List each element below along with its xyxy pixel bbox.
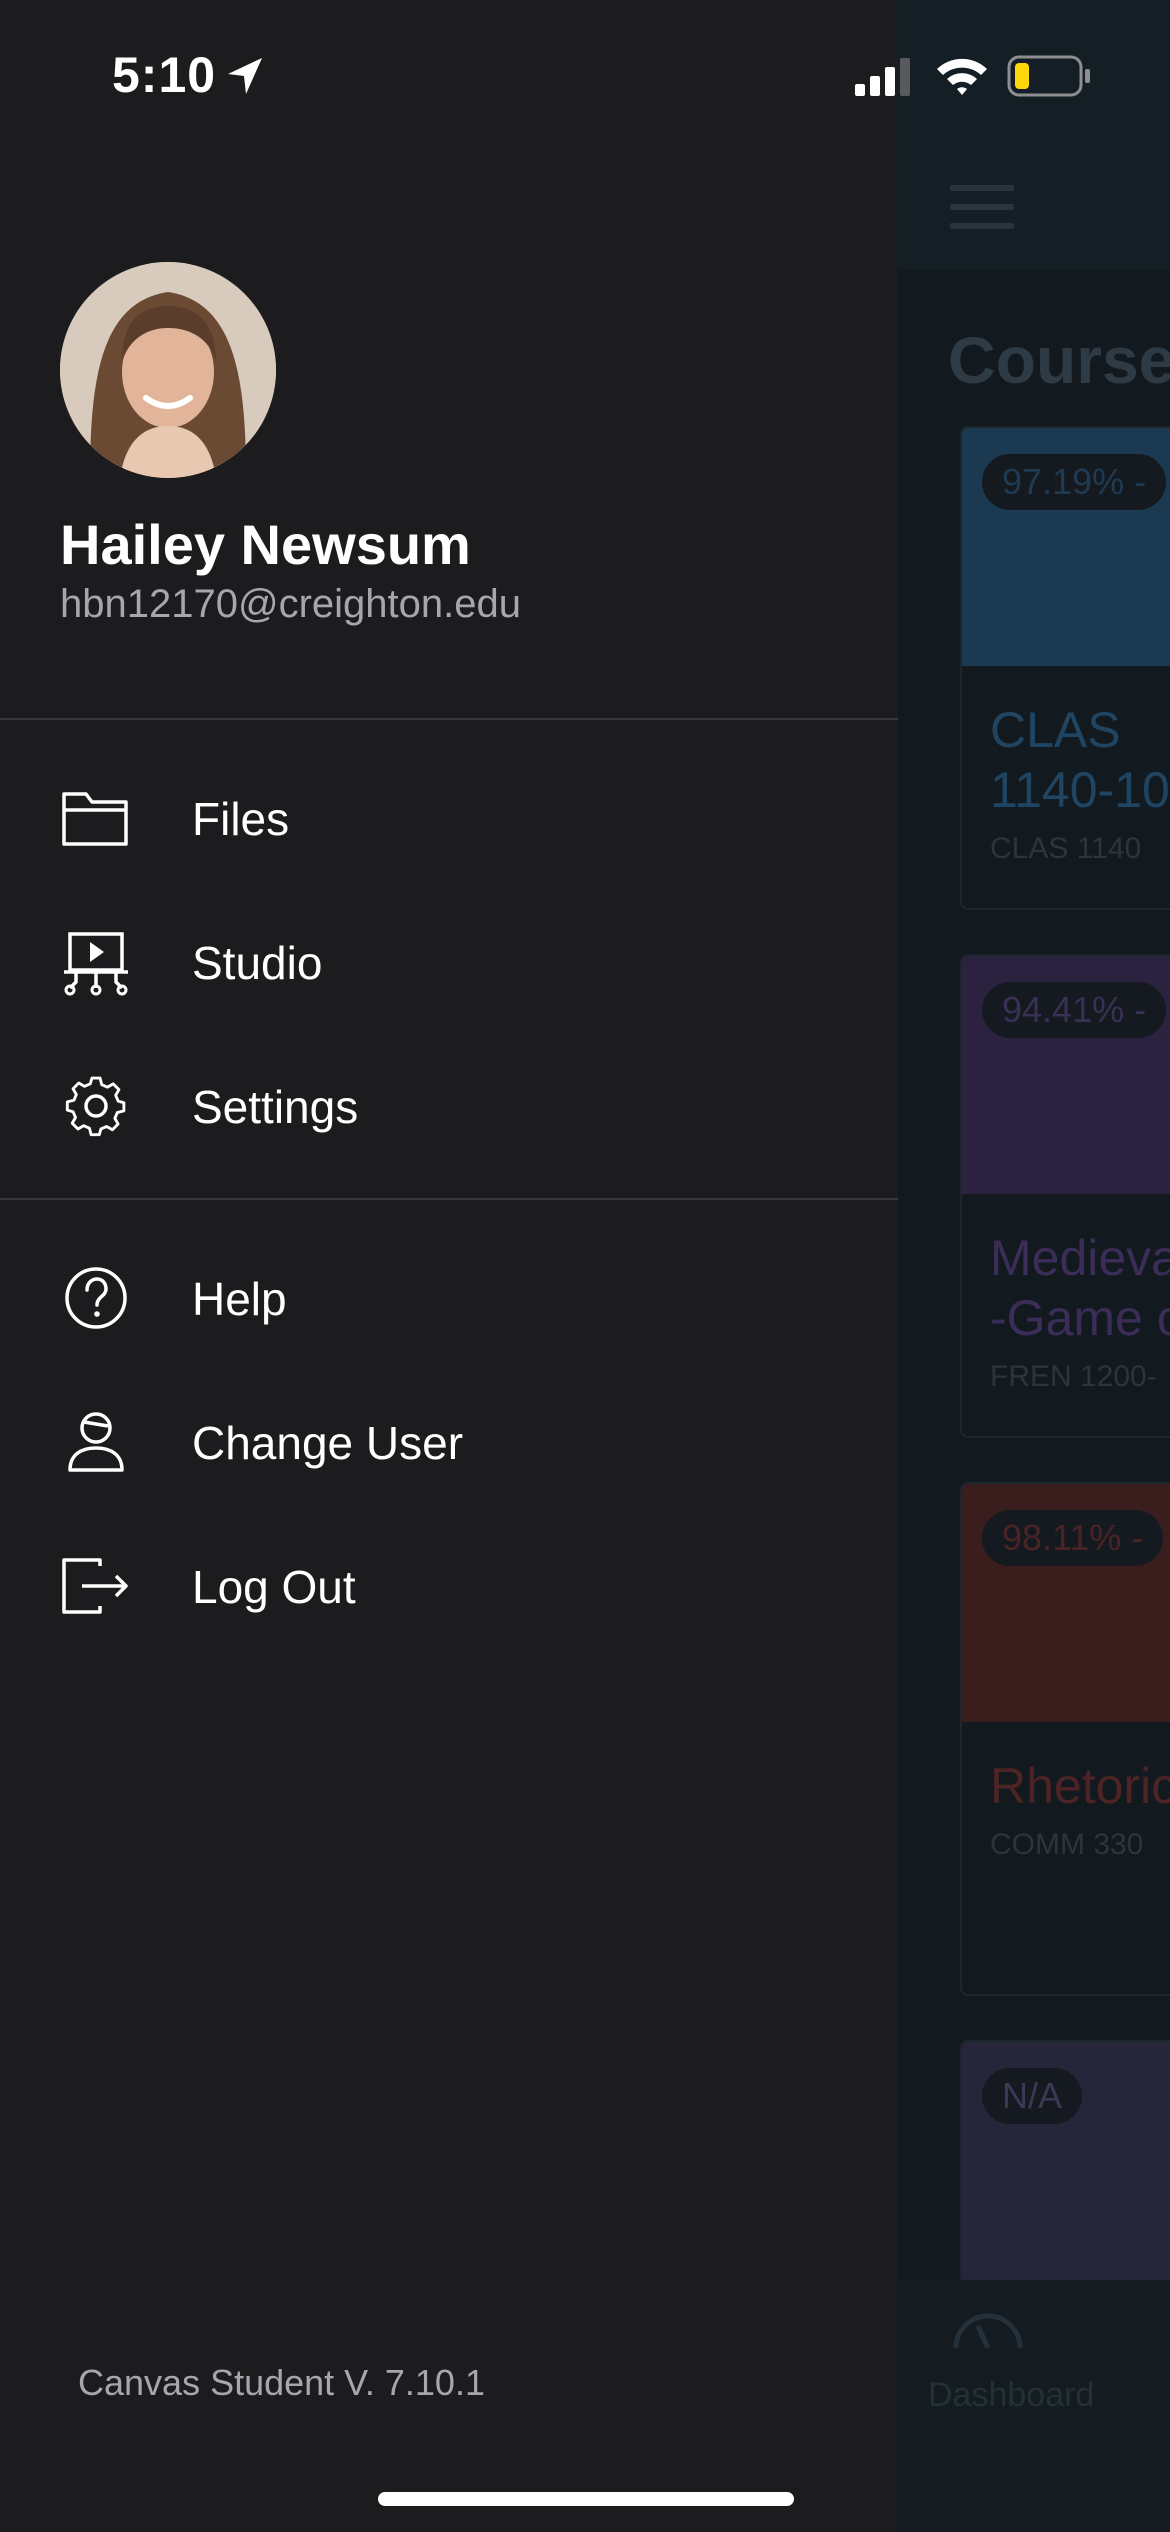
course-name-line: -Game o [990,1290,1170,1346]
menu-item-change-user[interactable]: Change User [0,1370,898,1514]
menu-item-label: Studio [192,937,323,989]
grade-pill: N/A [982,2068,1083,2124]
status-bar: 5:10 [0,0,1170,140]
user-email: hbn12170@creighton.edu [60,582,521,626]
course-code: COMM 330 [990,1828,1144,1861]
grade-pill: 98.11% - [982,1510,1164,1566]
menu-item-settings[interactable]: Settings [0,1034,898,1178]
help-icon [65,1267,127,1329]
course-card[interactable]: 97.19% - CLAS 1140-10 CLAS 1140 [960,426,1170,910]
divider [0,1198,898,1200]
menu-item-label: Settings [192,1081,359,1133]
course-name-line: CLAS [990,702,1121,758]
hamburger-menu-icon[interactable] [950,185,1014,229]
battery-low-icon [1007,55,1090,97]
menu-item-label: Help [192,1273,287,1325]
app-version: Canvas Student V. 7.10.1 [78,2362,485,2403]
wifi-icon [937,58,987,95]
studio-icon [64,932,128,996]
course-name-line: Rhetoric [990,1758,1170,1814]
background-tab-bar: Dashboard [898,2280,1170,2532]
background-page-title: Course [948,323,1170,397]
cellular-signal-icon [855,58,910,96]
home-indicator[interactable] [378,2492,794,2506]
menu-item-files[interactable]: Files [0,746,898,890]
menu-item-log-out[interactable]: Log Out [0,1514,898,1658]
avatar[interactable] [60,262,276,478]
course-code: FREN 1200- [990,1360,1157,1393]
menu-item-label: Files [192,793,290,845]
grade-pill: 94.41% - [982,982,1167,1038]
divider [0,718,898,720]
course-card[interactable]: 94.41% - Medieva -Game o FREN 1200- [960,954,1170,1438]
logout-icon [62,1558,128,1614]
user-name: Hailey Newsum [60,513,471,576]
background-dashboard: Course 97.19% - CLAS 1140-10 CLAS 1140 9… [898,0,1170,2532]
course-name-line: Medieva [990,1230,1170,1286]
folder-icon [62,792,128,846]
course-card[interactable]: N/A [960,2040,1170,2284]
menu-item-help[interactable]: Help [0,1226,898,1370]
status-time: 5:10 [112,47,217,103]
grade-pill: 97.19% - [982,454,1167,510]
course-code: CLAS 1140 [990,832,1142,865]
change-user-icon [68,1412,124,1472]
navigation-drawer: Hailey Newsum hbn12170@creighton.edu Fil… [0,0,898,2532]
location-arrow-icon [228,58,262,94]
menu-item-label: Change User [192,1417,464,1469]
menu-item-label: Log Out [192,1561,356,1613]
course-name-line: 1140-10 [990,762,1170,818]
dashboard-tab-label[interactable]: Dashboard [928,2376,1094,2415]
course-card[interactable]: 98.11% - Rhetoric COMM 330 [960,1482,1170,1996]
dashboard-icon[interactable] [950,2296,1026,2356]
menu-item-studio[interactable]: Studio [0,890,898,1034]
gear-icon [65,1076,126,1137]
